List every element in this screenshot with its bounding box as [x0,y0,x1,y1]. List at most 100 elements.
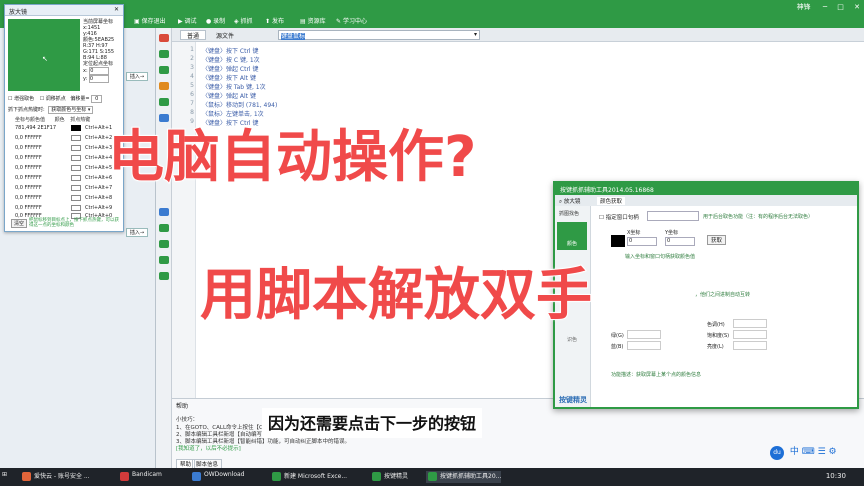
offset-field[interactable]: 0 [91,95,103,103]
get-button[interactable]: 获取 [707,235,727,245]
code-line[interactable]: 〈键盘〉按 C 键, 1次 [202,55,260,64]
color-swatch [71,205,81,211]
code-line[interactable]: 〈键盘〉按下 Ctrl 键 [202,46,259,55]
enhance-color-checkbox[interactable]: ☐ 增强取色 [8,96,34,102]
color-swatch [71,125,81,131]
taskbar-item[interactable]: OWDownload [190,471,244,483]
table-row[interactable]: 781,494 2E1F17 Ctrl+Alt+1 [15,125,120,133]
close-icon[interactable]: ✕ [854,3,860,11]
toolbar-grab[interactable]: ◈ 抓抓 [234,16,253,25]
code-line[interactable]: 〈键盘〉按 Tab 键, 1次 [202,82,266,91]
sidebar-icon[interactable] [159,272,169,280]
hotkey-select[interactable]: 获取颜色与坐标 ▾ [48,106,94,114]
table-row[interactable]: 0,0 FFFFFF Ctrl+Alt+8 [15,195,120,203]
cursor-icon: ↖ [42,55,48,63]
toolbar-debug[interactable]: ▶ 调试 [178,16,197,25]
blue-field[interactable] [627,341,661,350]
browser-icon [22,472,31,481]
sidebar-icon[interactable] [159,34,169,42]
color-swatch [71,175,81,181]
ime-tools-icon: ⌨ ☰ ⚙ [801,447,837,457]
taskbar-item[interactable]: 按键精灵 [370,471,408,483]
close-icon[interactable]: ✕ [114,6,119,13]
table-row[interactable]: 0,0 FFFFFF Ctrl+Alt+3 [15,145,120,153]
anjian-icon [372,472,381,481]
minimize-icon[interactable]: ─ [823,3,827,11]
toolbar-library[interactable]: ▤ 资源库 [300,16,326,25]
green-field[interactable] [627,330,661,339]
taskbar-item[interactable]: Bandicam [118,471,162,483]
toolbar-save[interactable]: ▣ 保存退出 [134,16,166,25]
color-swatch [71,155,81,161]
handle-field[interactable] [647,211,699,221]
tab-normal[interactable]: 普通 [180,30,207,40]
clock: 10:30 [825,472,846,480]
table-row[interactable]: 0,0 FFFFFF Ctrl+Alt+7 [15,185,120,193]
ime-logo-icon: du [770,446,784,460]
table-row[interactable]: 0,0 FFFFFF Ctrl+Alt+6 [15,175,120,183]
sidebar-icon[interactable] [159,240,169,248]
tips-title: 小技巧： [176,417,199,423]
sidebar-icon[interactable] [159,224,169,232]
ime-bar[interactable]: du 中 ⌨ ☰ ⚙ [770,444,860,462]
hue-field[interactable] [733,319,767,328]
window-controls[interactable]: 神锋 ─ □ ✕ [797,2,860,12]
magnifier-options: ☐ 增强取色 ☐ 调移抓点 偏移量= 0 [8,95,103,103]
magnifier-window: 放大镜 ✕ ↖ 当前屏幕坐标 x:1451 y:416 颜色:5EAB25 R:… [4,4,124,232]
side-item-color[interactable]: 颜色 [557,222,587,250]
line-gutter: 1 2 3 4 5 6 7 8 9 [172,42,196,398]
magnifier-view: ↖ [8,19,80,91]
tab-source[interactable]: 源文件 [216,31,234,40]
toolbar-learn[interactable]: ✎ 学习中心 [336,16,367,25]
toolbar-publish[interactable]: ⬆ 发布 [265,16,284,25]
code-line[interactable]: 〈键盘〉弹起 Ctrl 键 [202,64,259,73]
toolbar-record[interactable]: ● 录制 [206,16,225,25]
command-select[interactable]: 键盘鼠标 ▾ [278,30,480,40]
clear-button[interactable]: 清空 [11,219,28,228]
maximize-icon[interactable]: □ [837,3,844,11]
icon-sidebar [156,28,172,468]
handle-hint: 用于后台取色功能（注：有的程序后台无法取色） [703,214,814,220]
window-handle-option[interactable]: ☐ 指定窗口句柄 [599,213,639,221]
tip-dismiss-link[interactable]: [我知道了，以后不必提示] [176,444,241,452]
tab-color-get[interactable]: 颜色获取 [597,197,626,205]
tab-magnifier[interactable]: ⌕ 放大镜 [559,197,580,206]
side-item-ocr[interactable]: 识色 [557,336,587,343]
x-field[interactable]: 0 [627,237,657,246]
side-item-screenshot[interactable]: 抓图找色 [559,210,579,217]
table-row[interactable]: 0,0 FFFFFF Ctrl+Alt+2 [15,135,120,143]
table-row[interactable]: 0,0 FFFFFF Ctrl+Alt+4 [15,155,120,163]
taskbar-item[interactable]: 爱快云 - 账号安全 ... [20,471,90,483]
library-icon: ▤ [300,18,308,25]
x-label: X坐标 [627,230,641,236]
sidebar-icon[interactable] [159,66,169,74]
sidebar-icon[interactable] [159,256,169,264]
save-icon: ▣ [134,18,142,25]
hue-label: 色调(H) [707,322,725,328]
bandicam-icon [120,472,129,481]
insert-button[interactable]: 插入→ [126,228,148,237]
origin-x-field[interactable]: 0 [89,67,110,75]
insert-button[interactable]: 插入→ [126,72,148,81]
origin-y-field[interactable]: 0 [88,75,109,83]
lightness-label: 亮度(L) [707,344,724,350]
saturation-field[interactable] [733,330,767,339]
sidebar-icon[interactable] [159,98,169,106]
taskbar: ⊞ 爱快云 - 账号安全 ... Bandicam OWDownload 新建 … [0,468,864,486]
taskbar-item[interactable]: 新建 Microsoft Exce... [270,471,347,483]
y-field[interactable]: 0 [665,237,695,246]
table-row[interactable]: 0,0 FFFFFF Ctrl+Alt+9 [15,205,120,213]
taskbar-item-active[interactable]: 按键抓抓辅助工具20... [426,471,502,483]
sidebar-icon[interactable] [159,208,169,216]
picker-header: 按键抓抓辅助工具2014.05.16868 [555,183,857,195]
code-line[interactable]: 〈键盘〉按下 Alt 键 [202,73,256,82]
brand-label: 按键精灵 [559,396,587,404]
code-line[interactable]: 〈键盘〉弹起 Alt 键 [202,91,256,100]
start-button[interactable]: ⊞ [2,471,7,483]
adjust-point-checkbox[interactable]: ☐ 调移抓点 [40,96,66,102]
sidebar-icon[interactable] [159,50,169,58]
lightness-field[interactable] [733,341,767,350]
code-line[interactable]: 〈鼠标〉移动到 (781, 494) [202,100,277,109]
table-row[interactable]: 0,0 FFFFFF Ctrl+Alt+5 [15,165,120,173]
sidebar-icon[interactable] [159,82,169,90]
